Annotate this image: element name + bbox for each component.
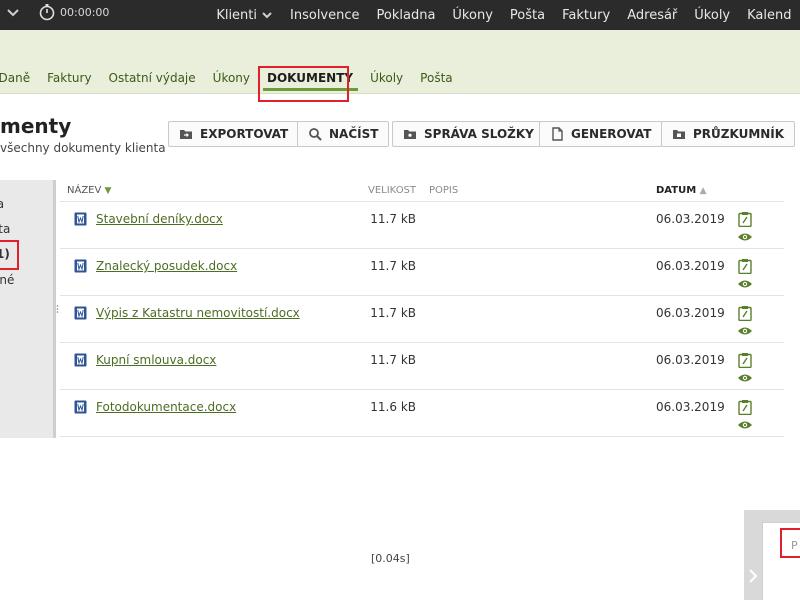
folder-sidebar: ta šta 1) ené xyxy=(0,180,56,438)
eye-icon[interactable] xyxy=(737,373,753,383)
file-name-link[interactable]: Fotodokumentace.docx xyxy=(96,400,236,414)
folder-export-icon xyxy=(180,130,192,139)
table-row[interactable]: Fotodokumentace.docx 11.6 kB 06.03.2019 xyxy=(60,390,784,437)
tab-ostatní-výdaje[interactable]: Ostatní výdaje xyxy=(100,71,204,85)
nav-item-úkoly[interactable]: Úkoly xyxy=(686,8,739,23)
file-name-link[interactable]: Znalecký posudek.docx xyxy=(96,259,237,273)
tab-úkony[interactable]: Úkony xyxy=(204,71,258,85)
highlight-box-corner xyxy=(780,528,800,558)
word-file-icon xyxy=(74,212,87,226)
grid-header: NÁZEV ▼ VELIKOST POPIS DATUM ▲ xyxy=(60,180,784,202)
nav-item-klienti[interactable]: Klienti xyxy=(208,8,282,23)
nav-item-insolvence[interactable]: Insolvence xyxy=(282,8,369,23)
top-bar: 00:00:00 Klienti Insolvence Pokladna Úkony P… xyxy=(0,0,800,30)
file-date: 06.03.2019 xyxy=(656,400,725,414)
eye-icon[interactable] xyxy=(737,279,753,289)
splitter-handle[interactable] xyxy=(56,304,59,314)
word-file-icon xyxy=(74,353,87,367)
folder-settings-icon xyxy=(404,130,416,139)
tab-faktury[interactable]: Faktury xyxy=(39,71,100,85)
table-row[interactable]: Znalecký posudek.docx 11.7 kB 06.03.2019 xyxy=(60,249,784,296)
file-date: 06.03.2019 xyxy=(656,353,725,367)
clipboard-edit-icon[interactable] xyxy=(738,258,752,274)
nav-item-faktury[interactable]: Faktury xyxy=(554,8,619,23)
table-row[interactable]: Výpis z Katastru nemovitostí.docx 11.7 kB… xyxy=(60,296,784,343)
eye-icon[interactable] xyxy=(737,326,753,336)
main-nav: Klienti Insolvence Pokladna Úkony Pošta Faktu… xyxy=(208,0,800,30)
manage-folders-button[interactable]: SPRÁVA SLOŽKY xyxy=(392,121,545,147)
column-size-header[interactable]: VELIKOST xyxy=(368,185,416,196)
sort-asc-icon: ▲ xyxy=(699,186,707,196)
chevron-down-icon xyxy=(262,12,272,19)
sort-desc-icon: ▼ xyxy=(104,186,112,196)
file-name-link[interactable]: Stavební deníky.docx xyxy=(96,212,223,226)
chevron-right-icon[interactable] xyxy=(748,568,758,584)
word-file-icon xyxy=(74,259,87,273)
column-description-header[interactable]: POPIS xyxy=(429,185,458,196)
file-size: 11.7 kB xyxy=(370,353,416,367)
table-row[interactable]: Kupní smlouva.docx 11.7 kB 06.03.2019 xyxy=(60,343,784,390)
highlight-box-tab xyxy=(258,66,349,102)
file-size: 11.7 kB xyxy=(370,306,416,320)
folder-explore-icon xyxy=(673,130,685,139)
file-name-link[interactable]: Výpis z Katastru nemovitostí.docx xyxy=(96,306,300,320)
file-date: 06.03.2019 xyxy=(656,212,725,226)
nav-item-adresář[interactable]: Adresář xyxy=(619,8,686,23)
table-row[interactable]: Stavební deníky.docx 11.7 kB 06.03.2019 xyxy=(60,202,784,249)
render-time: [0.04s] xyxy=(371,552,410,565)
nav-item-pokladna[interactable]: Pokladna xyxy=(368,8,444,23)
tab-pošta[interactable]: Pošta xyxy=(412,71,461,85)
column-date-header[interactable]: DATUM ▲ xyxy=(656,185,707,196)
sidebar-item[interactable]: šta xyxy=(0,222,10,236)
nav-item-úkony[interactable]: Úkony xyxy=(444,8,501,23)
load-button[interactable]: NAČÍST xyxy=(297,121,390,147)
sidebar-item[interactable]: ta xyxy=(0,197,4,211)
eye-icon[interactable] xyxy=(737,232,753,242)
file-name-link[interactable]: Kupní smlouva.docx xyxy=(96,353,216,367)
clipboard-edit-icon[interactable] xyxy=(738,352,752,368)
tab-daně[interactable]: Daně xyxy=(0,71,39,85)
explorer-button[interactable]: PRŮZKUMNÍK xyxy=(661,121,796,147)
chevron-down-icon[interactable] xyxy=(6,6,20,20)
sidebar-item[interactable]: ené xyxy=(0,273,14,287)
nav-item-pošta[interactable]: Pošta xyxy=(501,8,553,23)
file-date: 06.03.2019 xyxy=(656,306,725,320)
page-title: menty xyxy=(0,114,72,138)
stopwatch-icon xyxy=(39,4,55,21)
export-button[interactable]: EXPORTOVAT xyxy=(168,121,300,147)
file-size: 11.7 kB xyxy=(370,212,416,226)
page-subtitle: všechny dokumenty klienta xyxy=(0,141,166,155)
eye-icon[interactable] xyxy=(737,420,753,430)
search-icon xyxy=(309,128,322,141)
tab-úkoly[interactable]: Úkoly xyxy=(362,71,412,85)
word-file-icon xyxy=(74,400,87,414)
timer-value: 00:00:00 xyxy=(60,5,110,19)
word-file-icon xyxy=(74,306,87,320)
highlight-box-sidebar xyxy=(0,240,19,270)
clipboard-edit-icon[interactable] xyxy=(738,211,752,227)
clipboard-edit-icon[interactable] xyxy=(738,399,752,415)
grid-body: Stavební deníky.docx 11.7 kB 06.03.2019 Zna… xyxy=(60,202,784,437)
document-icon xyxy=(552,127,563,141)
file-size: 11.6 kB xyxy=(370,400,416,414)
column-name-header[interactable]: NÁZEV ▼ xyxy=(67,185,111,196)
file-size: 11.7 kB xyxy=(370,259,416,273)
client-subnav: Daně Faktury Ostatní výdaje Úkony DOKUMENTY Ú… xyxy=(0,66,461,91)
clipboard-edit-icon[interactable] xyxy=(738,305,752,321)
timer[interactable]: 00:00:00 xyxy=(38,3,109,21)
generate-button[interactable]: GENEROVAT xyxy=(539,121,663,147)
nav-item-kalend[interactable]: Kalend xyxy=(739,8,800,23)
file-date: 06.03.2019 xyxy=(656,259,725,273)
documents-grid: NÁZEV ▼ VELIKOST POPIS DATUM ▲ Stavební … xyxy=(60,180,784,437)
